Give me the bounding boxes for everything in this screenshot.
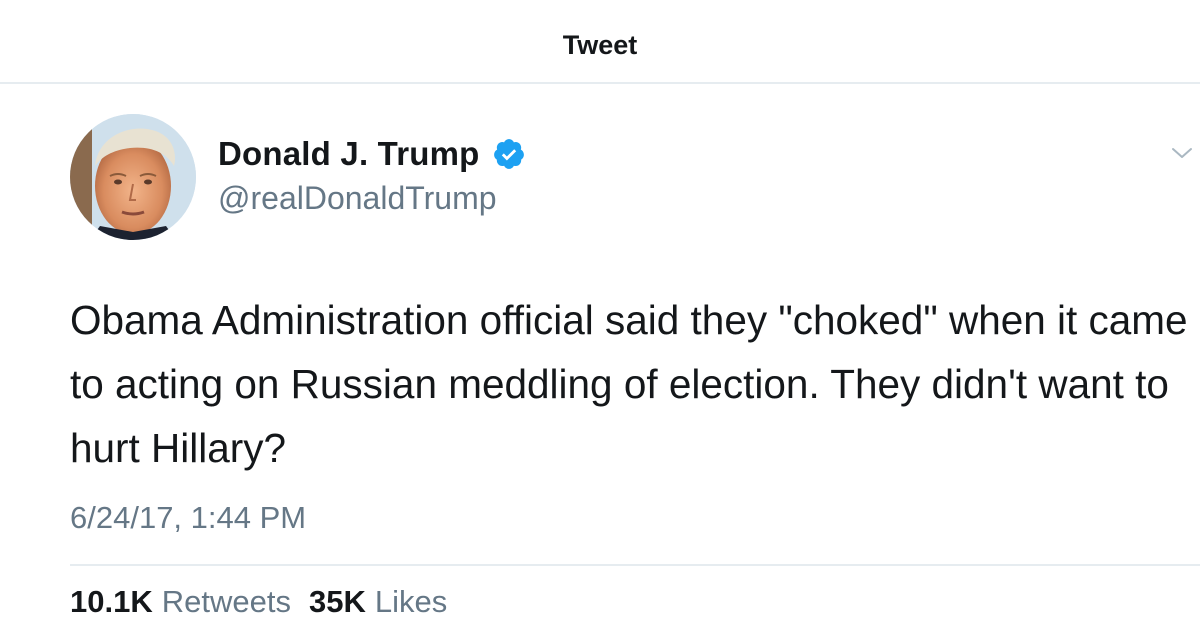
likes-label: Likes [374, 584, 448, 619]
retweets-count: 10.1K [70, 584, 153, 619]
avatar-image [70, 114, 196, 240]
retweets-label: Retweets [161, 584, 291, 619]
retweets-stat[interactable]: 10.1K Retweets [70, 584, 291, 620]
chevron-down-icon[interactable] [1170, 144, 1194, 162]
user-handle[interactable]: @realDonaldTrump [218, 180, 526, 217]
avatar[interactable] [70, 114, 196, 240]
tweet-timestamp[interactable]: 6/24/17, 1:44 PM [70, 500, 306, 536]
likes-count: 35K [308, 584, 366, 619]
verified-badge-icon [492, 137, 526, 171]
page-title: Tweet [562, 30, 638, 60]
tweet-text: Obama Administration official said they … [70, 297, 1188, 471]
engagement-stats: 10.1K Retweets 35K Likes [70, 584, 447, 620]
tweet-author[interactable]: Donald J. Trump @realDonaldTrump [218, 134, 526, 217]
likes-stat[interactable]: 35K Likes [309, 584, 447, 620]
divider [70, 564, 1200, 566]
top-nav-bar: Tweet [0, 0, 1200, 84]
tweet-detail-screen: Tweet Donald J. Trump @realDonaldTrump O… [0, 0, 1200, 623]
display-name[interactable]: Donald J. Trump [218, 135, 480, 173]
